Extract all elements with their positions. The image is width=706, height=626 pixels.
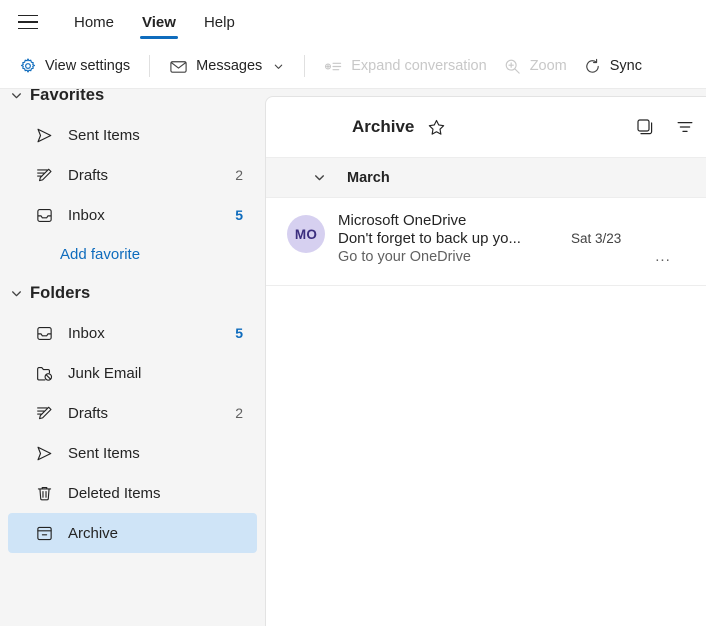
gear-icon [18,57,37,76]
sidebar-item-count: 5 [235,207,243,223]
filter-icon[interactable] [669,111,701,143]
date-group-label: March [347,169,390,186]
tab-view[interactable]: View [128,0,190,44]
messages-dropdown-button[interactable]: Messages [161,50,293,83]
draft-pencil-icon [34,165,54,185]
ribbon-tab-bar: Home View Help [0,0,706,44]
sync-icon [583,57,602,76]
zoom-button[interactable]: Zoom [495,50,575,83]
folders-title: Folders [30,283,91,302]
sidebar-item-label: Drafts [68,404,109,422]
folder-scroll-region[interactable]: Favorites Sent Items Drafts 2 Inbox 5 Ad… [0,89,265,553]
message-list-title: Archive [352,117,415,136]
hamburger-line [18,21,38,23]
sidebar-item-label: Inbox [68,324,105,342]
tab-help-label: Help [203,13,235,31]
message-list-item[interactable]: MO Microsoft OneDrive Don't forget to ba… [266,198,706,286]
hamburger-line [18,27,38,30]
main-content-area: Favorites Sent Items Drafts 2 Inbox 5 Ad… [0,89,706,626]
favorites-section-header[interactable]: Favorites [0,89,265,115]
view-settings-button[interactable]: View settings [10,50,138,83]
message-sender: Microsoft OneDrive [338,212,467,229]
avatar: MO [287,215,325,253]
inbox-tray-icon [34,323,54,343]
sidebar-item-label: Drafts [68,166,109,184]
sidebar-item-label: Deleted Items [68,484,161,502]
folder-navigation-sidebar: Favorites Sent Items Drafts 2 Inbox 5 Ad… [0,89,265,626]
sidebar-item-count: 2 [235,405,243,421]
junk-folder-icon [34,363,54,383]
sidebar-item-drafts-favorite[interactable]: Drafts 2 [8,155,257,195]
tab-home-label: Home [74,13,115,31]
message-list-header: Archive [266,97,706,158]
conversation-layout-icon[interactable] [629,111,661,143]
message-subject-line: Don't forget to back up yo... Sat 3/23 [338,230,701,247]
sidebar-item-inbox-favorite[interactable]: Inbox 5 [8,195,257,235]
message-sender-line: Microsoft OneDrive [338,212,701,229]
sync-button[interactable]: Sync [575,50,650,83]
view-ribbon-toolbar: View settings Messages Expand conversati… [0,44,706,89]
message-preview-line: Go to your OneDrive ... [338,248,701,265]
toolbar-divider [149,55,151,77]
sidebar-item-archive[interactable]: Archive [8,513,257,553]
sidebar-item-label: Sent Items [68,444,140,462]
send-icon [34,125,54,145]
sidebar-item-drafts[interactable]: Drafts 2 [8,393,257,433]
message-item-body: Microsoft OneDrive Don't forget to back … [338,212,701,271]
toolbar-divider [304,55,306,77]
trash-icon [34,483,54,503]
expand-conversation-icon [324,57,343,76]
sidebar-item-junk-email[interactable]: Junk Email [8,353,257,393]
sidebar-item-count: 5 [235,325,243,341]
chevron-down-icon [311,170,327,186]
chevron-down-icon [8,285,24,301]
archive-box-icon [34,523,54,543]
sidebar-item-deleted-items[interactable]: Deleted Items [8,473,257,513]
sidebar-item-inbox[interactable]: Inbox 5 [8,313,257,353]
expand-conversation-button[interactable]: Expand conversation [316,50,494,83]
hamburger-menu-icon[interactable] [8,4,48,40]
view-settings-label: View settings [45,58,131,74]
message-date: Sat 3/23 [571,231,622,246]
sidebar-item-sent-items-favorite[interactable]: Sent Items [8,115,257,155]
sync-label: Sync [609,58,643,74]
hamburger-line [18,14,38,17]
tab-view-label: View [142,13,176,31]
expand-conversation-label: Expand conversation [351,58,487,74]
magnifier-icon [503,57,522,76]
add-favorite-link[interactable]: Add favorite [0,235,265,273]
inbox-tray-icon [34,205,54,225]
tab-help[interactable]: Help [190,0,249,44]
tab-home[interactable]: Home [60,0,128,44]
messages-label: Messages [196,58,263,74]
chevron-down-icon [8,89,24,103]
star-outline-icon[interactable] [422,113,450,141]
chevron-down-icon [272,60,285,73]
folders-section-header[interactable]: Folders [0,273,265,313]
envelope-icon [169,57,188,76]
draft-pencil-icon [34,403,54,423]
send-icon [34,443,54,463]
sidebar-item-count: 2 [235,167,243,183]
message-subject: Don't forget to back up yo... [338,230,521,247]
message-preview: Go to your OneDrive [338,249,471,265]
add-favorite-label: Add favorite [60,245,141,263]
sidebar-item-label: Sent Items [68,126,140,144]
sidebar-item-label: Inbox [68,206,105,224]
date-group-header-march[interactable]: March [266,158,706,198]
sidebar-item-label: Archive [68,524,119,542]
sidebar-item-sent-items[interactable]: Sent Items [8,433,257,473]
favorites-title: Favorites [30,89,105,104]
zoom-label: Zoom [529,58,567,74]
sidebar-item-label: Junk Email [68,364,142,382]
message-more-actions-button[interactable]: ... [625,248,701,265]
message-list-pane: Archive March MO Microsoft OneDrive Don'… [265,96,706,626]
